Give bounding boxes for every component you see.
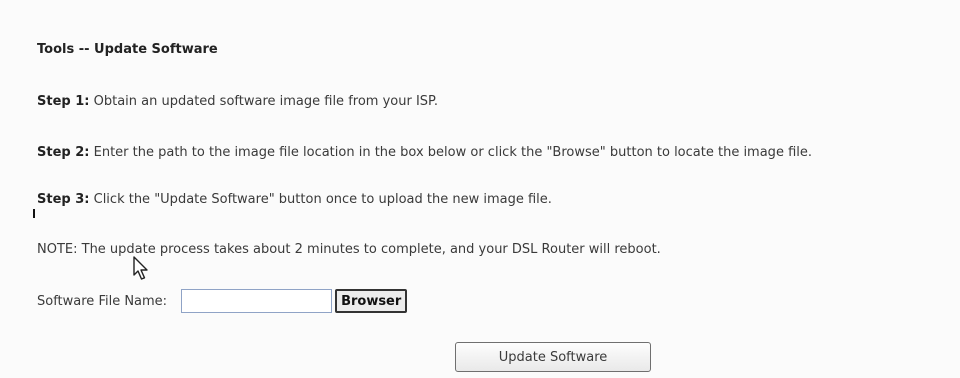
software-file-name-label: Software File Name: [37, 293, 168, 309]
step-1-label: Step 1: [37, 94, 90, 109]
tick-mark [33, 209, 35, 218]
step-2-description: Enter the path to the image file locatio… [89, 145, 812, 160]
page-title: Tools -- Update Software [37, 42, 218, 57]
browse-button[interactable]: Browser [335, 289, 408, 313]
update-software-page: Tools -- Update Software Step 1: Obtain … [0, 0, 960, 378]
step-3-description: Click the "Update Software" button once … [89, 192, 552, 207]
step-3-text: Step 3: Click the "Update Software" butt… [37, 192, 552, 207]
update-software-button[interactable]: Update Software [455, 342, 651, 372]
step-1-description: Obtain an updated software image file fr… [89, 94, 438, 109]
step-1-text: Step 1: Obtain an updated software image… [37, 94, 438, 109]
step-2-label: Step 2: [37, 145, 90, 160]
software-file-name-input[interactable] [181, 289, 333, 313]
note-text: NOTE: The update process takes about 2 m… [37, 242, 661, 257]
software-file-row: Software File Name: Browser [37, 286, 408, 316]
step-2-text: Step 2: Enter the path to the image file… [37, 145, 812, 160]
mouse-pointer-icon [133, 256, 148, 280]
step-3-label: Step 3: [37, 192, 90, 207]
